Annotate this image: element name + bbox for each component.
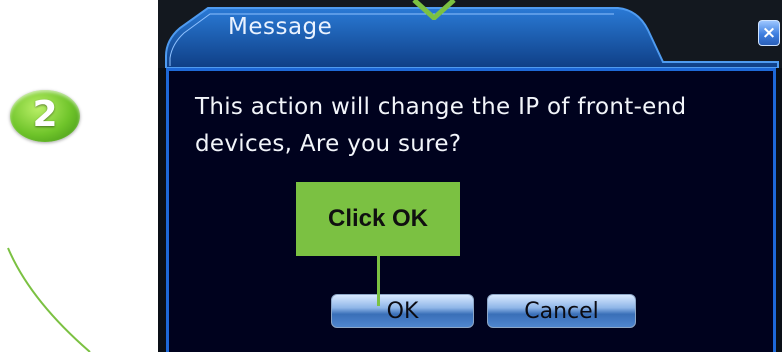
cancel-button[interactable]: Cancel [487, 294, 636, 328]
ok-button[interactable]: OK [331, 294, 474, 328]
down-arrow-icon [412, 0, 456, 20]
guide-arc-decoration [7, 247, 91, 352]
message-dialog: Message × This action will change the IP… [158, 0, 782, 352]
click-ok-callout: Click OK [296, 182, 460, 256]
dialog-title: Message [228, 14, 333, 40]
dialog-content: This action will change the IP of front-… [166, 68, 776, 352]
step-number: 2 [32, 94, 58, 135]
step-2-badge-icon: 2 [10, 90, 80, 142]
dialog-message: This action will change the IP of front-… [195, 94, 687, 157]
close-icon[interactable]: × [758, 20, 780, 46]
callout-pointer-line [377, 256, 380, 306]
